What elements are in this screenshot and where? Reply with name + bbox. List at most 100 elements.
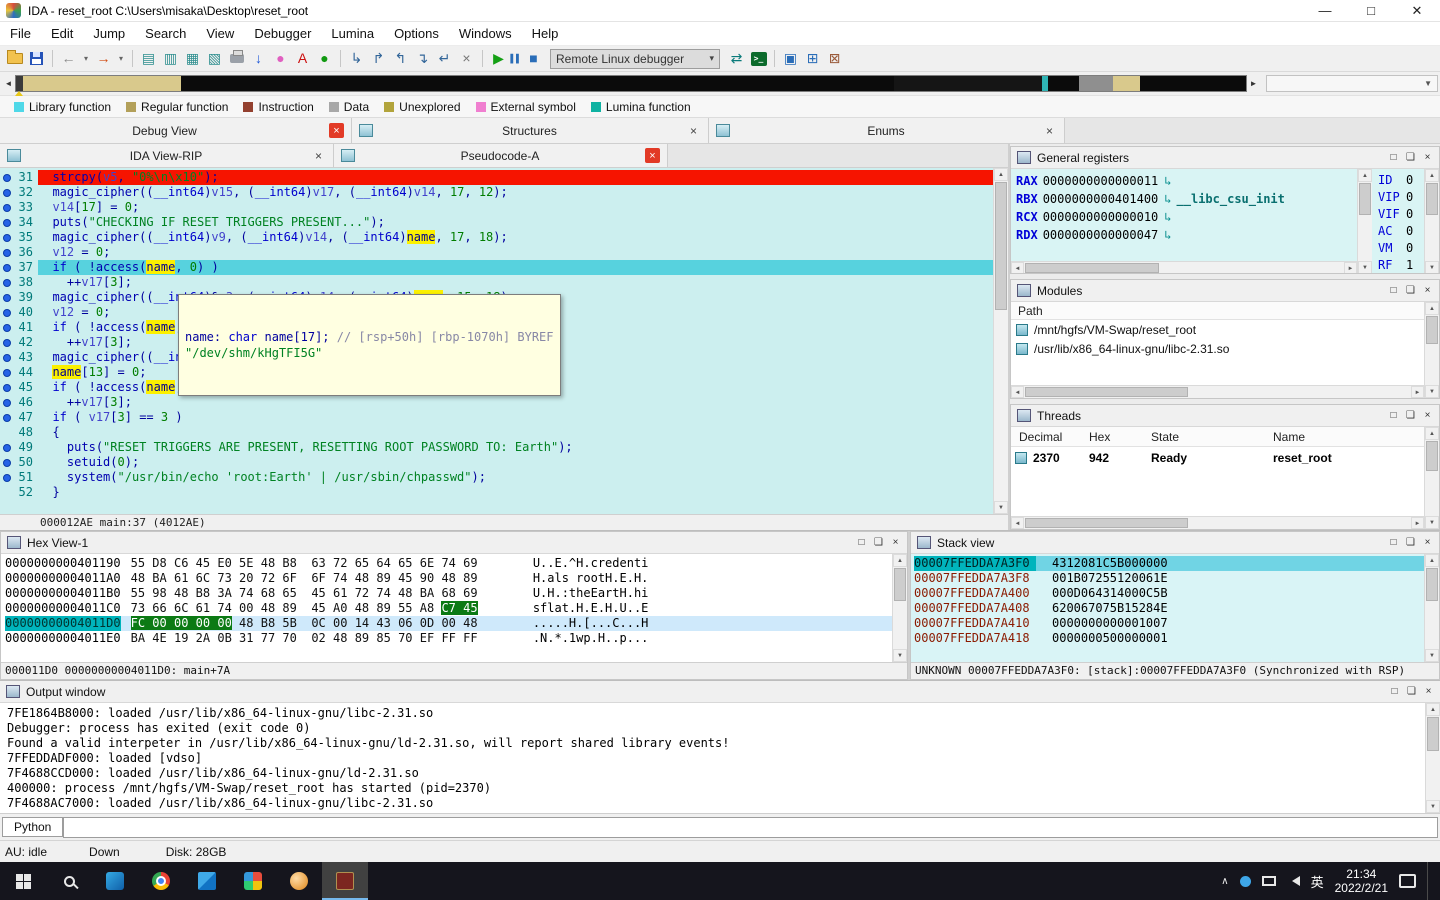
hexview-scrollbar[interactable]: ▲▼ — [892, 554, 907, 662]
threads-col-decimal[interactable]: Decimal — [1011, 430, 1089, 444]
modules-path-header[interactable]: Path — [1011, 302, 1424, 320]
hex-row[interactable]: 000000000040119055 D8 C6 45 E0 5E 48 B8 … — [5, 556, 892, 571]
breakpoint-dot[interactable] — [3, 354, 11, 362]
close-icon[interactable]: × — [686, 123, 701, 138]
threads-col-name[interactable]: Name — [1273, 430, 1424, 444]
breakpoint-dot[interactable] — [3, 204, 11, 212]
trace-edit-icon[interactable]: ↵ — [434, 48, 455, 69]
register-row-rax[interactable]: RAX0000000000000011↳ — [1016, 172, 1357, 190]
close-icon[interactable]: × — [645, 148, 660, 163]
module-row[interactable]: /usr/lib/x86_64-linux-gnu/libc-2.31.so — [1011, 339, 1424, 358]
breakpoint-dot[interactable] — [3, 459, 11, 467]
minimize-button[interactable]: — — [1302, 0, 1348, 22]
breakpoint-dot[interactable] — [3, 474, 11, 482]
output-scrollbar[interactable]: ▲▼ — [1425, 703, 1440, 813]
close-pane-icon[interactable]: × — [1419, 533, 1436, 553]
text-search-icon[interactable]: A — [292, 48, 313, 69]
threads-col-hex[interactable]: Hex — [1089, 430, 1151, 444]
tab-enums[interactable]: Enums× — [709, 118, 1065, 143]
float-pane-icon[interactable]: ❏ — [1402, 406, 1419, 426]
python-input[interactable] — [63, 817, 1438, 838]
step-over-icon[interactable]: ↱ — [368, 48, 389, 69]
close-icon[interactable]: × — [311, 148, 326, 163]
jump-address-icon[interactable]: ↓ — [248, 48, 269, 69]
menu-help[interactable]: Help — [522, 24, 569, 43]
hex-row[interactable]: 00000000004011E0BA 4E 19 2A 0B 31 77 70 … — [5, 631, 892, 646]
close-pane-icon[interactable]: × — [1419, 406, 1436, 426]
segments-window-icon[interactable]: ▧ — [204, 48, 225, 69]
breakpoint-dot[interactable] — [3, 309, 11, 317]
code-line-49[interactable]: 49 puts("RESET TRIGGERS ARE PRESENT, RES… — [0, 440, 993, 455]
registers-scrollbar[interactable]: ▲▼ — [1357, 169, 1372, 274]
add-view-icon[interactable]: ⊞ — [802, 48, 823, 69]
breakpoint-dot[interactable] — [3, 294, 11, 302]
code-line-32[interactable]: 32 magic_cipher((__int64)v15, (__int64)v… — [0, 185, 993, 200]
network-icon[interactable] — [1262, 876, 1276, 886]
ime-indicator[interactable]: 英 — [1311, 872, 1324, 891]
continue-process-icon[interactable]: ▶ — [488, 48, 509, 69]
pseudocode-scrollbar[interactable]: ▲▼ — [993, 168, 1008, 514]
code-line-34[interactable]: 34 puts("CHECKING IF RESET TRIGGERS PRES… — [0, 215, 993, 230]
code-line-52[interactable]: 52 } — [0, 485, 993, 500]
flags-scrollbar[interactable]: ▲▼ — [1424, 169, 1439, 274]
flag-id[interactable]: ID0 — [1378, 172, 1424, 189]
stack-row[interactable]: 00007FFEDDA7A400000D064314000C5B — [914, 586, 1424, 601]
ida-debugger-window-icon[interactable] — [322, 862, 368, 900]
flag-vip[interactable]: VIP0 — [1378, 189, 1424, 206]
hex-row[interactable]: 00000000004011D0FC 00 00 00 00 48 B8 5B … — [5, 616, 892, 631]
taskview-app-icon[interactable] — [92, 862, 138, 900]
maximize-pane-icon[interactable]: □ — [1385, 281, 1402, 301]
close-button[interactable]: ✕ — [1394, 0, 1440, 22]
back-dropdown-icon[interactable]: ▾ — [80, 48, 92, 69]
close-pane-icon[interactable]: × — [1419, 148, 1436, 168]
float-pane-icon[interactable]: ❏ — [1402, 533, 1419, 553]
breakpoint-dot[interactable] — [3, 219, 11, 227]
maximize-pane-icon[interactable]: □ — [1386, 682, 1403, 702]
threads-col-state[interactable]: State — [1151, 430, 1273, 444]
tab-debug-view[interactable]: Debug View× — [0, 118, 352, 143]
breakpoint-dot[interactable] — [3, 444, 11, 452]
float-pane-icon[interactable]: ❏ — [1402, 281, 1419, 301]
open-file-icon[interactable] — [4, 48, 25, 69]
debugger-windows-icon[interactable]: ▣ — [780, 48, 801, 69]
hex-row[interactable]: 00000000004011A048 BA 61 6C 73 20 72 6F … — [5, 571, 892, 586]
menu-windows[interactable]: Windows — [449, 24, 522, 43]
step-into-icon[interactable]: ↳ — [346, 48, 367, 69]
stack-row[interactable]: 00007FFEDDA7A3F04312081C5B000000 — [914, 556, 1424, 571]
flag-ac[interactable]: AC0 — [1378, 223, 1424, 240]
menu-lumina[interactable]: Lumina — [321, 24, 384, 43]
maximize-pane-icon[interactable]: □ — [1385, 406, 1402, 426]
start-button[interactable] — [0, 862, 46, 900]
run-until-return-icon[interactable]: ↰ — [390, 48, 411, 69]
register-row-rbx[interactable]: RBX0000000000401400↳__libc_csu_init — [1016, 190, 1357, 208]
tab-ida-view-rip[interactable]: IDA View-RIP× — [0, 144, 334, 167]
attach-process-icon[interactable]: ⇄ — [726, 48, 747, 69]
menu-debugger[interactable]: Debugger — [244, 24, 321, 43]
functions-window-icon[interactable]: ▥ — [160, 48, 181, 69]
code-line-47[interactable]: 47 if ( v17[3] == 3 ) — [0, 410, 993, 425]
windows-list-icon[interactable]: ▤ — [138, 48, 159, 69]
maximize-pane-icon[interactable]: □ — [1385, 148, 1402, 168]
menu-jump[interactable]: Jump — [83, 24, 135, 43]
threads-scrollbar[interactable]: ▲▼ — [1424, 427, 1439, 529]
navigate-forward-icon[interactable]: → — [93, 48, 114, 69]
flag-vm[interactable]: VM0 — [1378, 240, 1424, 257]
record-trace-icon[interactable]: ● — [314, 48, 335, 69]
code-line-46[interactable]: 46 ++v17[3]; — [0, 395, 993, 410]
maximize-button[interactable]: □ — [1348, 0, 1394, 22]
navigate-back-icon[interactable]: ← — [58, 48, 79, 69]
tray-expand-icon[interactable]: ∧ — [1221, 876, 1228, 887]
modules-scrollbar[interactable]: ▲▼ — [1424, 302, 1439, 398]
navband-left-arrow[interactable]: ◄ — [2, 74, 15, 94]
stack-row[interactable]: 00007FFEDDA7A408620067075B15284E — [914, 601, 1424, 616]
tab-pseudocode-a[interactable]: Pseudocode-A× — [334, 144, 668, 167]
close-pane-icon[interactable]: × — [887, 533, 904, 553]
menu-file[interactable]: File — [0, 24, 41, 43]
code-line-33[interactable]: 33 v14[17] = 0; — [0, 200, 993, 215]
volume-icon[interactable] — [1287, 876, 1300, 886]
breakpoint-dot[interactable] — [3, 324, 11, 332]
code-line-35[interactable]: 35 magic_cipher((__int64)v9, (__int64)v1… — [0, 230, 993, 245]
close-pane-icon[interactable]: × — [1419, 281, 1436, 301]
breakpoint-dot[interactable] — [3, 264, 11, 272]
tray-app-icon[interactable] — [1240, 876, 1251, 887]
